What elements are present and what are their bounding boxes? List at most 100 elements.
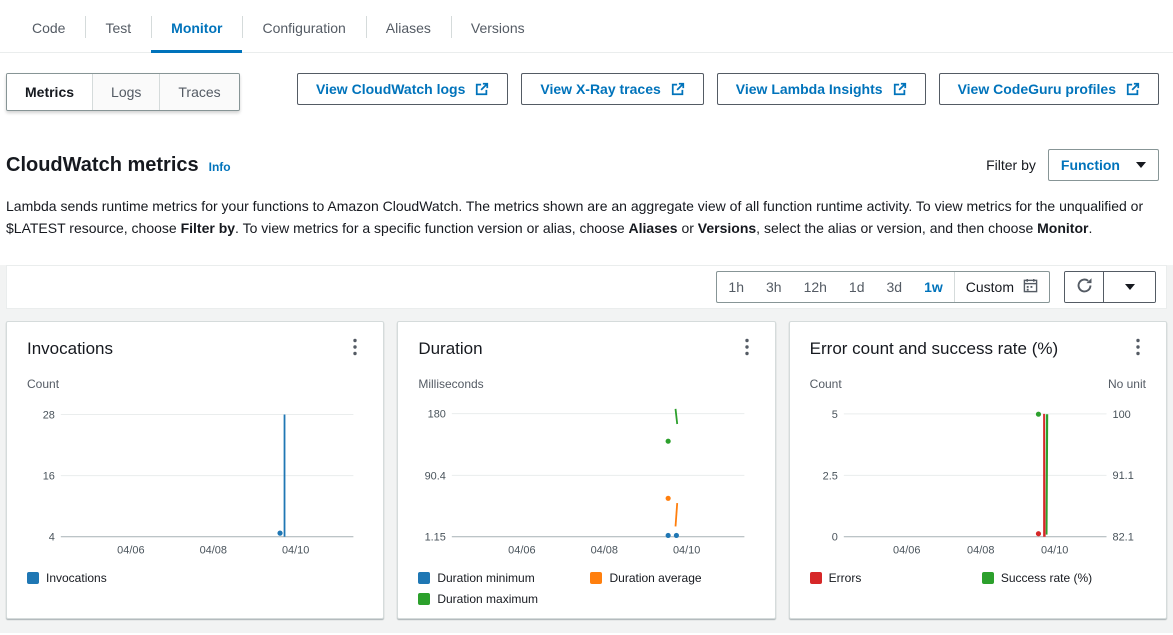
filter-by-label: Filter by bbox=[986, 157, 1036, 173]
error-success-plot: 52.5010091.182.104/0604/0804/10 bbox=[810, 395, 1146, 563]
metric-cards-row: Invocations Count 28 16 4 04/06 04/08 04/10 I… bbox=[6, 321, 1167, 619]
subtab-metrics[interactable]: Metrics bbox=[7, 74, 92, 110]
time-option-1d[interactable]: 1d bbox=[838, 272, 876, 302]
custom-label: Custom bbox=[966, 279, 1014, 295]
info-link[interactable]: Info bbox=[209, 160, 231, 174]
filter-dropdown[interactable]: Function bbox=[1048, 149, 1159, 181]
svg-text:4: 4 bbox=[49, 532, 55, 544]
monitor-view-tabs: Metrics Logs Traces bbox=[6, 73, 240, 111]
kebab-menu-icon[interactable] bbox=[1130, 336, 1146, 361]
svg-text:04/10: 04/10 bbox=[673, 545, 700, 557]
external-link-icon bbox=[893, 82, 907, 96]
svg-text:04/08: 04/08 bbox=[200, 545, 227, 557]
external-link-icon bbox=[1126, 82, 1140, 96]
chart-title: Invocations bbox=[27, 339, 113, 359]
custom-range-button[interactable]: Custom bbox=[954, 272, 1049, 302]
view-cloudwatch-logs-button[interactable]: View CloudWatch logs bbox=[297, 73, 508, 105]
calendar-icon bbox=[1023, 278, 1038, 296]
tab-test[interactable]: Test bbox=[85, 0, 151, 52]
svg-text:04/06: 04/06 bbox=[893, 545, 920, 557]
legend-item-errors[interactable]: Errors bbox=[810, 571, 974, 585]
refresh-icon bbox=[1076, 277, 1093, 297]
time-option-12h[interactable]: 12h bbox=[793, 272, 838, 302]
y-axis-right-unit-label: No unit bbox=[1108, 377, 1146, 391]
monitor-toolbar-row: Metrics Logs Traces View CloudWatch logs… bbox=[6, 73, 1167, 111]
tab-monitor[interactable]: Monitor bbox=[151, 0, 242, 52]
kebab-menu-icon[interactable] bbox=[347, 336, 363, 361]
legend-swatch bbox=[418, 593, 430, 605]
chevron-down-icon bbox=[1136, 162, 1146, 168]
legend-label: Duration maximum bbox=[437, 592, 538, 606]
button-label: View X-Ray traces bbox=[540, 81, 660, 97]
invocations-chart-card: Invocations Count 28 16 4 04/06 04/08 04/10 I… bbox=[6, 321, 384, 619]
duration-plot: 180 90.4 1.15 04/06 04/08 04/10 bbox=[418, 395, 754, 563]
svg-text:180: 180 bbox=[428, 409, 446, 421]
refresh-options-dropdown[interactable] bbox=[1103, 272, 1155, 302]
svg-text:0: 0 bbox=[831, 532, 837, 544]
svg-text:04/06: 04/06 bbox=[509, 545, 536, 557]
monitor-panel: Metrics Logs Traces View CloudWatch logs… bbox=[0, 53, 1173, 633]
legend-swatch bbox=[590, 572, 602, 584]
invocations-plot: 28 16 4 04/06 04/08 04/10 bbox=[27, 395, 363, 563]
legend-swatch bbox=[418, 572, 430, 584]
refresh-button[interactable] bbox=[1065, 272, 1103, 302]
tab-aliases[interactable]: Aliases bbox=[366, 0, 451, 52]
svg-text:16: 16 bbox=[43, 471, 55, 483]
duration-chart-card: Duration Milliseconds 180 90.4 1.15 04/06 04… bbox=[397, 321, 775, 619]
legend-item-duration-maximum[interactable]: Duration maximum bbox=[418, 592, 582, 606]
chart-legend: Invocations bbox=[27, 571, 363, 585]
svg-text:90.4: 90.4 bbox=[425, 470, 446, 482]
kebab-menu-icon[interactable] bbox=[739, 336, 755, 361]
view-xray-traces-button[interactable]: View X-Ray traces bbox=[521, 73, 703, 105]
function-tab-bar: Code Test Monitor Configuration Aliases … bbox=[0, 0, 1173, 53]
chevron-down-icon bbox=[1125, 284, 1135, 290]
chart-legend: Duration minimum Duration average Durati… bbox=[418, 571, 754, 606]
legend-item-invocations[interactable]: Invocations bbox=[27, 571, 191, 585]
legend-swatch bbox=[810, 572, 822, 584]
svg-text:2.5: 2.5 bbox=[822, 470, 837, 482]
external-view-buttons: View CloudWatch logs View X-Ray traces V… bbox=[297, 73, 1167, 105]
legend-item-duration-average[interactable]: Duration average bbox=[590, 571, 754, 585]
svg-text:5: 5 bbox=[831, 409, 837, 421]
page-title: CloudWatch metrics bbox=[6, 154, 199, 177]
legend-label: Invocations bbox=[46, 571, 107, 585]
legend-item-duration-minimum[interactable]: Duration minimum bbox=[418, 571, 582, 585]
view-lambda-insights-button[interactable]: View Lambda Insights bbox=[717, 73, 926, 105]
description: Lambda sends runtime metrics for your fu… bbox=[6, 195, 1146, 239]
svg-text:04/10: 04/10 bbox=[1041, 545, 1068, 557]
button-label: View Lambda Insights bbox=[736, 81, 883, 97]
chart-title: Duration bbox=[418, 339, 482, 359]
legend-item-success-rate[interactable]: Success rate (%) bbox=[982, 571, 1146, 585]
legend-label: Duration minimum bbox=[437, 571, 534, 585]
subtab-logs[interactable]: Logs bbox=[92, 74, 159, 110]
legend-label: Duration average bbox=[609, 571, 701, 585]
time-option-3h[interactable]: 3h bbox=[755, 272, 793, 302]
charts-section: 1h 3h 12h 1d 3d 1w Custom bbox=[0, 265, 1173, 633]
external-link-icon bbox=[475, 82, 489, 96]
svg-text:1.15: 1.15 bbox=[425, 532, 446, 544]
time-option-1w[interactable]: 1w bbox=[913, 272, 954, 302]
time-range-toolbar: 1h 3h 12h 1d 3d 1w Custom bbox=[6, 265, 1167, 309]
legend-swatch bbox=[27, 572, 39, 584]
tab-code[interactable]: Code bbox=[12, 0, 85, 52]
svg-text:91.1: 91.1 bbox=[1112, 470, 1133, 482]
y-axis-unit-label: Milliseconds bbox=[418, 377, 483, 391]
time-option-3d[interactable]: 3d bbox=[876, 272, 914, 302]
time-option-1h[interactable]: 1h bbox=[717, 272, 755, 302]
legend-label: Errors bbox=[829, 571, 862, 585]
legend-label: Success rate (%) bbox=[1001, 571, 1092, 585]
tab-versions[interactable]: Versions bbox=[451, 0, 545, 52]
subtab-traces[interactable]: Traces bbox=[159, 74, 238, 110]
svg-text:04/06: 04/06 bbox=[117, 545, 144, 557]
svg-text:28: 28 bbox=[43, 410, 55, 422]
tab-configuration[interactable]: Configuration bbox=[242, 0, 365, 52]
svg-text:04/08: 04/08 bbox=[591, 545, 618, 557]
external-link-icon bbox=[671, 82, 685, 96]
refresh-split-button bbox=[1064, 271, 1156, 303]
svg-text:04/08: 04/08 bbox=[967, 545, 994, 557]
svg-text:04/10: 04/10 bbox=[282, 545, 309, 557]
metrics-header: CloudWatch metrics Info Filter by Functi… bbox=[6, 149, 1167, 181]
y-axis-unit-label: Count bbox=[27, 377, 59, 391]
view-codeguru-profiles-button[interactable]: View CodeGuru profiles bbox=[939, 73, 1159, 105]
chart-title: Error count and success rate (%) bbox=[810, 339, 1058, 359]
